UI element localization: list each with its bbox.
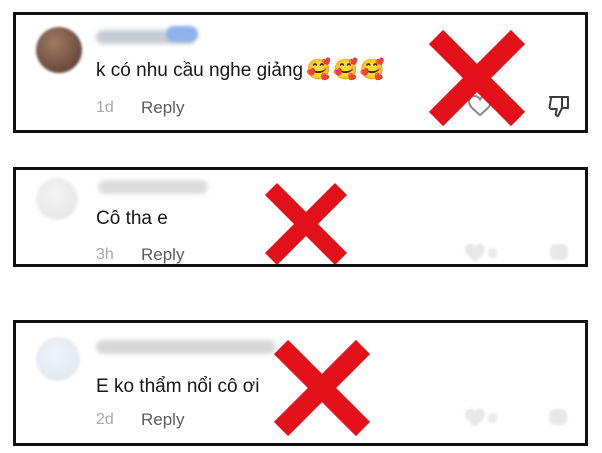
avatar[interactable] [36, 178, 78, 220]
smiling-face-with-hearts-icon: 🥰 [332, 59, 358, 81]
comment-body: Cô tha e [96, 208, 168, 229]
comment-text: E ko thẩm nổi cô ơi [96, 376, 259, 398]
username-blurred[interactable] [96, 340, 276, 354]
comment-timestamp: 2d [96, 411, 114, 428]
comment-text: Cô tha e [96, 208, 168, 230]
heart-icon[interactable] [464, 407, 498, 429]
comment-timestamp: 3h [96, 246, 114, 263]
smiling-face-with-hearts-icon: 🥰 [306, 59, 331, 81]
reply-button[interactable]: Reply [141, 410, 184, 430]
comment-card: E ko thẩm nổi cô ơi 2d Reply [13, 320, 588, 446]
avatar[interactable] [36, 27, 82, 73]
red-x-mark-icon [428, 29, 526, 127]
heart-icon[interactable] [464, 242, 498, 264]
comment-text: k có nhu cầu nghe giảng 🥰 🥰 🥰 [96, 60, 387, 82]
comment-card: k có nhu cầu nghe giảng 🥰 🥰 🥰 1d Reply [13, 12, 588, 133]
thumbs-down-icon[interactable] [549, 242, 569, 264]
thumbs-down-icon[interactable] [548, 94, 570, 118]
red-x-mark-icon [264, 182, 348, 264]
reply-button[interactable]: Reply [141, 245, 184, 264]
reply-button[interactable]: Reply [141, 98, 184, 118]
comment-body: E ko thẩm nổi cô ơi [96, 376, 260, 397]
comment-body: k có nhu cầu nghe giảng [96, 60, 304, 82]
verified-badge-icon [166, 26, 198, 42]
red-x-mark-icon [273, 339, 371, 437]
comment-card: Cô tha e 3h Reply [13, 167, 588, 267]
smiling-face-with-hearts-icon: 🥰 [359, 59, 385, 81]
username-blurred[interactable] [98, 180, 208, 194]
thumbs-down-icon[interactable] [548, 407, 568, 429]
emoji-group: 🥰 🥰 🥰 [306, 60, 387, 82]
avatar[interactable] [36, 337, 80, 381]
comment-timestamp: 1d [96, 99, 114, 116]
